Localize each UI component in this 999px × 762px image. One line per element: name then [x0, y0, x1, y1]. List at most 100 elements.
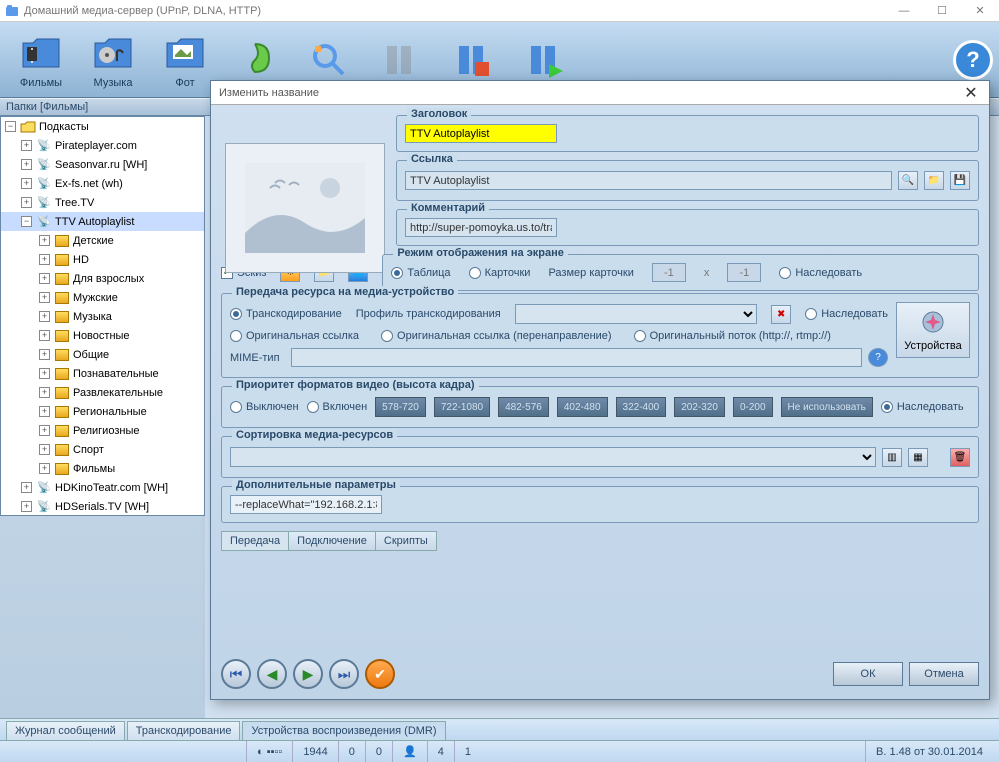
tab-scripts[interactable]: Скрипты — [375, 531, 437, 551]
tree-item-selected[interactable]: −📡TTV Autoplaylist — [1, 212, 204, 231]
nav-apply-button[interactable]: ✔ — [365, 659, 395, 689]
tree-subitem[interactable]: +Религиозные — [1, 421, 204, 440]
expand-icon[interactable]: + — [39, 235, 50, 246]
tree-item[interactable]: +📡HDSerials.TV [WH] — [1, 497, 204, 516]
close-button[interactable]: ✕ — [965, 1, 995, 21]
res-orig-stream-radio[interactable]: Оригинальный поток (http://, rtmp://) — [634, 330, 831, 342]
expand-icon[interactable]: + — [21, 159, 32, 170]
toolbar-movies[interactable]: Фильмы — [6, 29, 76, 91]
profile-delete-icon[interactable]: ✖ — [771, 305, 791, 324]
prio-range-btn[interactable]: 0-200 — [733, 397, 773, 417]
expand-icon[interactable]: + — [21, 197, 32, 208]
mime-help-icon[interactable]: ? — [868, 348, 888, 367]
prio-range-btn[interactable]: 578-720 — [375, 397, 426, 417]
tree-subitem[interactable]: +HD — [1, 250, 204, 269]
nav-prev-button[interactable]: ◀ — [257, 659, 287, 689]
toolbar-media3[interactable] — [510, 36, 580, 84]
link-browse-icon[interactable]: 📁 — [924, 171, 944, 190]
res-orig-link-redir-radio[interactable]: Оригинальная ссылка (перенаправление) — [381, 330, 612, 342]
prio-on-radio[interactable]: Включен — [307, 401, 368, 413]
expand-icon[interactable]: + — [21, 482, 32, 493]
expand-icon[interactable]: + — [39, 311, 50, 322]
expand-icon[interactable]: + — [39, 463, 50, 474]
prio-nouse-btn[interactable]: Не использовать — [781, 397, 873, 417]
expand-icon[interactable]: + — [39, 273, 50, 284]
prio-inherit-radio[interactable]: Наследовать — [881, 401, 964, 413]
tree-subitem[interactable]: +Фильмы — [1, 459, 204, 478]
transcoding-profile-select[interactable] — [515, 304, 758, 324]
display-cards-radio[interactable]: Карточки — [469, 267, 531, 279]
dialog-close-button[interactable]: ✕ — [961, 83, 981, 103]
minimize-button[interactable]: — — [889, 1, 919, 21]
tree-item[interactable]: +📡Ex-fs.net (wh) — [1, 174, 204, 193]
card-width-input[interactable] — [652, 263, 686, 282]
mime-type-input[interactable] — [291, 348, 862, 367]
tree-subitem[interactable]: +Для взрослых — [1, 269, 204, 288]
tab-connection[interactable]: Подключение — [288, 531, 376, 551]
expand-icon[interactable]: + — [39, 349, 50, 360]
folders-tree[interactable]: − Подкасты +📡Pirateplayer.com +📡Seasonva… — [0, 116, 205, 516]
expand-icon[interactable]: + — [39, 425, 50, 436]
comment-input[interactable] — [405, 218, 557, 237]
tree-subitem[interactable]: +Мужские — [1, 288, 204, 307]
additional-params-input[interactable] — [230, 495, 382, 514]
expand-icon[interactable]: + — [39, 406, 50, 417]
nav-next-button[interactable]: ▶ — [293, 659, 323, 689]
tab-transfer[interactable]: Передача — [221, 531, 289, 551]
tree-subitem[interactable]: +Музыка — [1, 307, 204, 326]
card-height-input[interactable] — [727, 263, 761, 282]
expand-icon[interactable]: + — [39, 330, 50, 341]
display-inherit-radio[interactable]: Наследовать — [779, 267, 862, 279]
toolbar-settings[interactable] — [222, 36, 292, 84]
expand-icon[interactable]: + — [39, 368, 50, 379]
tree-subitem[interactable]: +Новостные — [1, 326, 204, 345]
devices-button[interactable]: Устройства — [896, 302, 970, 358]
display-table-radio[interactable]: Таблица — [391, 267, 450, 279]
bottom-tab-dmr[interactable]: Устройства воспроизведения (DMR) — [242, 721, 445, 740]
toolbar-search[interactable] — [294, 36, 364, 84]
link-save-icon[interactable]: 💾 — [950, 171, 970, 190]
res-orig-link-radio[interactable]: Оригинальная ссылка — [230, 330, 359, 342]
sort-btn-2[interactable]: ▦ — [908, 448, 928, 467]
toolbar-media2[interactable] — [438, 36, 508, 84]
cancel-button[interactable]: Отмена — [909, 662, 979, 686]
tree-item[interactable]: +📡HDKinoTeatr.com [WH] — [1, 478, 204, 497]
collapse-icon[interactable]: − — [21, 216, 32, 227]
tree-subitem[interactable]: +Общие — [1, 345, 204, 364]
prio-range-btn[interactable]: 202-320 — [674, 397, 725, 417]
prio-range-btn[interactable]: 722-1080 — [434, 397, 490, 417]
tree-subitem[interactable]: +Региональные — [1, 402, 204, 421]
ok-button[interactable]: ОК — [833, 662, 903, 686]
sort-select[interactable] — [230, 447, 876, 467]
tree-item[interactable]: +📡Tree.TV — [1, 193, 204, 212]
maximize-button[interactable]: ☐ — [927, 1, 957, 21]
tree-item[interactable]: +📡Seasonvar.ru [WH] — [1, 155, 204, 174]
nav-first-button[interactable]: ⏮ — [221, 659, 251, 689]
bottom-tab-transcoding[interactable]: Транскодирование — [127, 721, 241, 740]
title-input[interactable] — [405, 124, 557, 143]
expand-icon[interactable]: + — [21, 501, 32, 512]
expand-icon[interactable]: + — [39, 444, 50, 455]
nav-last-button[interactable]: ⏭ — [329, 659, 359, 689]
expand-icon[interactable]: + — [21, 140, 32, 151]
prio-range-btn[interactable]: 482-576 — [498, 397, 549, 417]
sort-remove-icon[interactable]: 🗑 — [950, 448, 970, 467]
prio-range-btn[interactable]: 402-480 — [557, 397, 608, 417]
collapse-icon[interactable]: − — [5, 121, 16, 132]
tree-root-podcasts[interactable]: − Подкасты — [1, 117, 204, 136]
prio-off-radio[interactable]: Выключен — [230, 401, 299, 413]
tree-item[interactable]: +📡Pirateplayer.com — [1, 136, 204, 155]
toolbar-music[interactable]: Музыка — [78, 29, 148, 91]
expand-icon[interactable]: + — [39, 254, 50, 265]
toolbar-media1[interactable] — [366, 36, 436, 84]
res-transcoding-radio[interactable]: Транскодирование — [230, 308, 342, 320]
tree-subitem[interactable]: +Познавательные — [1, 364, 204, 383]
bottom-tab-log[interactable]: Журнал сообщений — [6, 721, 125, 740]
sort-btn-1[interactable]: ▥ — [882, 448, 902, 467]
tree-subitem[interactable]: +Развлекательные — [1, 383, 204, 402]
tree-subitem[interactable]: +Спорт — [1, 440, 204, 459]
help-button[interactable]: ? — [953, 40, 993, 80]
expand-icon[interactable]: + — [39, 387, 50, 398]
expand-icon[interactable]: + — [39, 292, 50, 303]
link-input[interactable] — [405, 171, 892, 190]
